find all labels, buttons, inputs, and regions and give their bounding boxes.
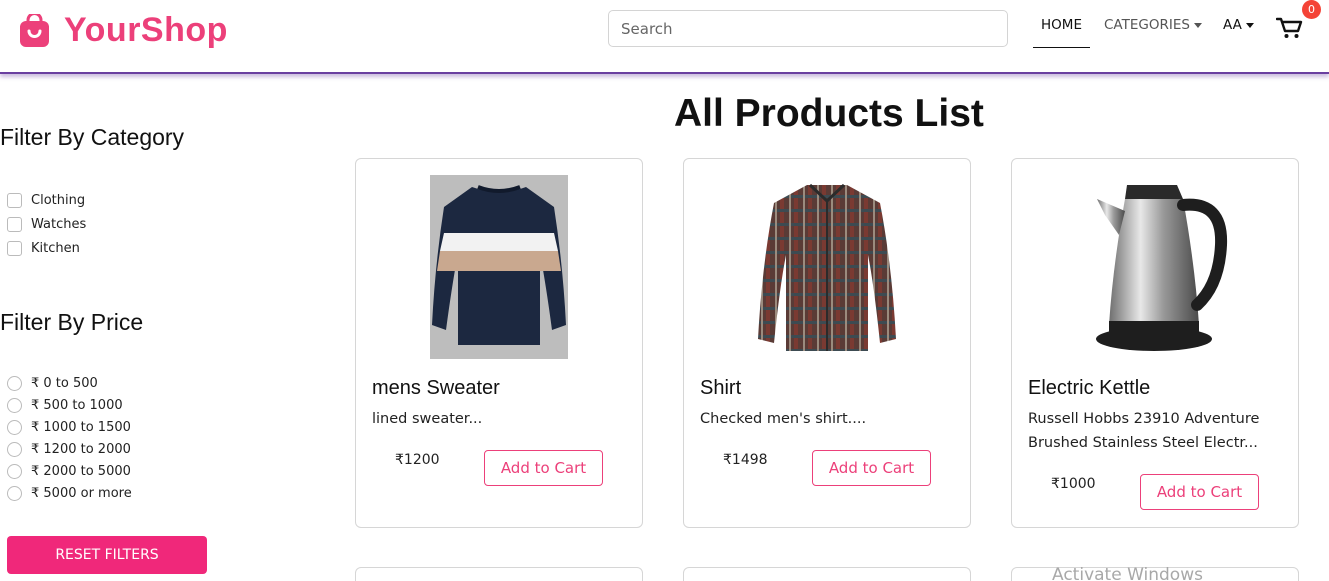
add-to-cart-button[interactable]: Add to Cart <box>484 450 603 486</box>
reset-filters-button[interactable]: RESET FILTERS <box>7 536 207 574</box>
category-label: Kitchen <box>31 240 80 256</box>
category-label: Watches <box>31 216 87 232</box>
product-description: Checked men's shirt.... <box>700 411 867 427</box>
activate-windows-watermark: Activate Windows <box>1052 565 1203 581</box>
product-card <box>683 567 971 581</box>
product-name[interactable]: Electric Kettle <box>1028 377 1150 400</box>
checkbox[interactable] <box>7 216 22 232</box>
price-option[interactable]: ₹ 2000 to 5000 <box>7 460 132 482</box>
nav-home-label: HOME <box>1041 17 1082 33</box>
nav-categories-dropdown[interactable]: CATEGORIES <box>1104 17 1202 33</box>
product-price: ₹1498 <box>723 452 768 468</box>
nav-language-dropdown[interactable]: AA <box>1223 17 1254 33</box>
brand-name: YourShop <box>64 11 228 49</box>
category-label: Clothing <box>31 192 86 208</box>
product-price: ₹1200 <box>395 452 440 468</box>
brand-logo[interactable]: YourShop <box>19 11 228 50</box>
checkbox[interactable] <box>7 240 22 256</box>
cart-count-badge: 0 <box>1302 0 1321 19</box>
nav-categories-label: CATEGORIES <box>1104 17 1190 33</box>
nav-home[interactable]: HOME <box>1033 17 1090 48</box>
radio-button[interactable] <box>7 441 22 457</box>
add-to-cart-button[interactable]: Add to Cart <box>812 450 931 486</box>
radio-button[interactable] <box>7 463 22 479</box>
category-option-clothing[interactable]: Clothing <box>7 188 86 212</box>
price-option[interactable]: ₹ 500 to 1000 <box>7 394 132 416</box>
product-image[interactable] <box>356 175 642 359</box>
nav-language-label: AA <box>1223 17 1242 33</box>
product-card <box>355 567 643 581</box>
product-card: mens Sweater lined sweater... ₹1200 Add … <box>355 158 643 528</box>
product-image[interactable] <box>1012 175 1298 359</box>
top-navbar: YourShop HOME CATEGORIES AA 0 <box>0 0 1329 74</box>
product-price: ₹1000 <box>1051 476 1096 492</box>
price-label: ₹ 1200 to 2000 <box>31 441 131 457</box>
product-card: Electric Kettle Russell Hobbs 23910 Adve… <box>1011 158 1299 528</box>
product-description: lined sweater... <box>372 411 483 427</box>
price-option[interactable]: ₹ 1000 to 1500 <box>7 416 132 438</box>
price-label: ₹ 500 to 1000 <box>31 397 123 413</box>
price-label: ₹ 5000 or more <box>31 485 132 501</box>
product-image[interactable] <box>684 175 970 359</box>
product-name[interactable]: Shirt <box>700 377 741 400</box>
product-name[interactable]: mens Sweater <box>372 377 500 400</box>
checkbox[interactable] <box>7 192 22 208</box>
category-option-kitchen[interactable]: Kitchen <box>7 236 86 260</box>
filter-price-title: Filter By Price <box>0 309 144 335</box>
add-to-cart-button[interactable]: Add to Cart <box>1140 474 1259 510</box>
price-label: ₹ 2000 to 5000 <box>31 463 131 479</box>
caret-down-icon <box>1193 22 1202 28</box>
product-card: Shirt Checked men's shirt.... ₹1498 Add … <box>683 158 971 528</box>
cart-icon[interactable] <box>1275 16 1304 40</box>
price-option[interactable]: ₹ 0 to 500 <box>7 372 132 394</box>
price-label: ₹ 1000 to 1500 <box>31 419 131 435</box>
radio-button[interactable] <box>7 397 22 413</box>
price-option[interactable]: ₹ 1200 to 2000 <box>7 438 132 460</box>
price-filter-list: ₹ 0 to 500 ₹ 500 to 1000 ₹ 1000 to 1500 … <box>7 372 132 504</box>
radio-button[interactable] <box>7 419 22 435</box>
filter-category-title: Filter By Category <box>0 124 185 150</box>
caret-down-icon <box>1245 22 1254 28</box>
radio-button[interactable] <box>7 485 22 501</box>
price-option[interactable]: ₹ 5000 or more <box>7 482 132 504</box>
category-option-watches[interactable]: Watches <box>7 212 86 236</box>
page-title: All Products List <box>674 92 984 135</box>
category-filter-list: Clothing Watches Kitchen <box>7 188 86 260</box>
shopping-bag-icon <box>19 11 50 48</box>
product-description: Russell Hobbs 23910 Adventure Brushed St… <box>1028 411 1260 451</box>
price-label: ₹ 0 to 500 <box>31 375 98 391</box>
radio-button[interactable] <box>7 375 22 391</box>
search-input[interactable] <box>608 10 1008 47</box>
